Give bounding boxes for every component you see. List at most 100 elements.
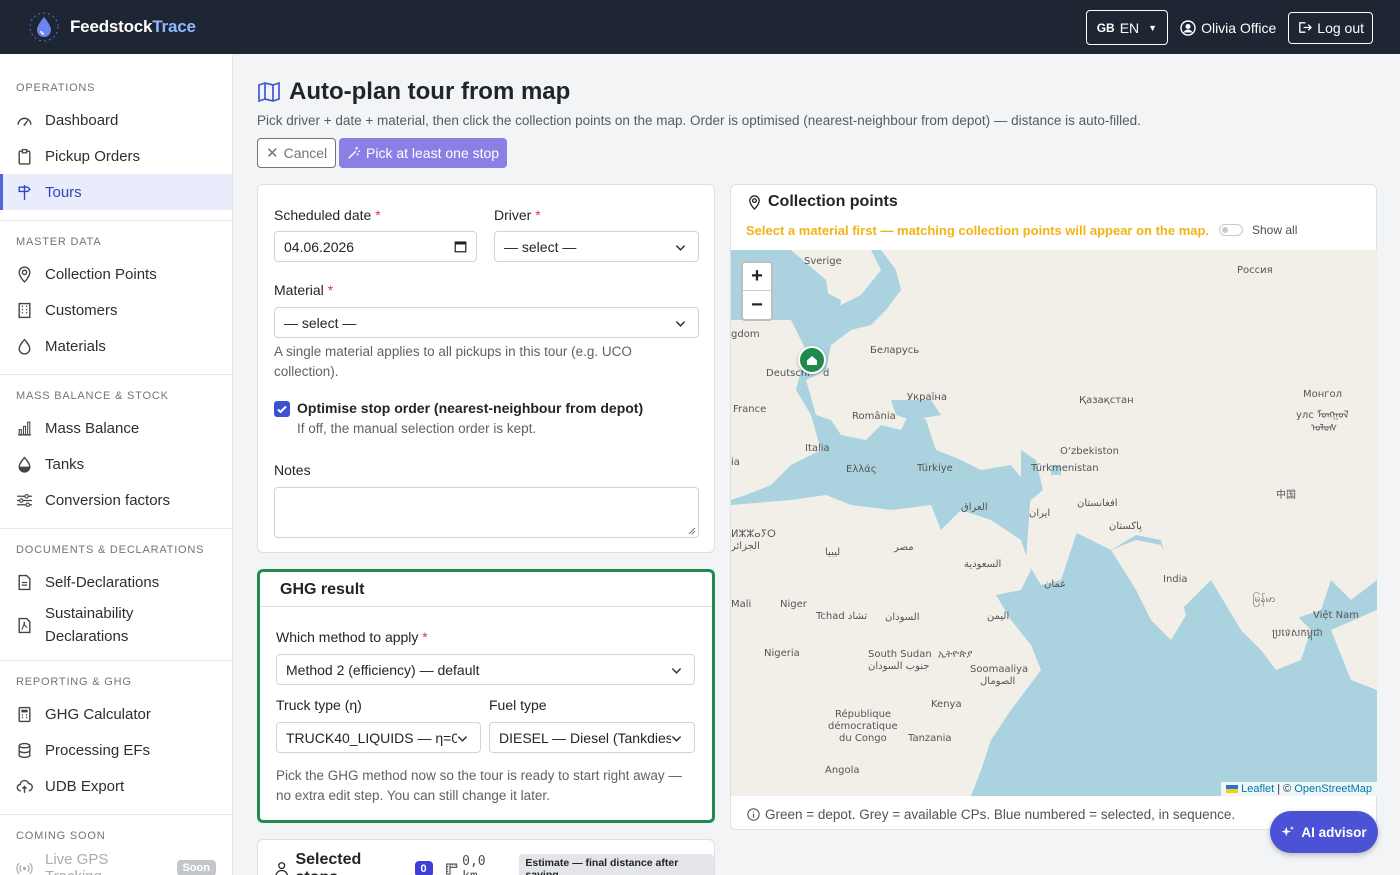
optimise-label[interactable]: Optimise stop order (nearest-neighbour f… [297,400,643,416]
optimise-checkbox[interactable] [274,401,290,417]
sidebar-item-label: Conversion factors [45,491,171,509]
label-yemen: اليمن [987,611,1010,622]
brand-name: Feedstock [70,17,153,36]
sidebar-item-live-gps-tracking: Live GPS Tracking Soon [0,850,232,875]
driver-label: Driver * [494,207,541,223]
osm-link[interactable]: OpenStreetMap [1294,783,1372,795]
sidebar-item-tanks[interactable]: Tanks [0,446,232,482]
sidebar-item-sustainability-declarations[interactable]: Sustainability Declarations [0,600,232,650]
show-all-toggle[interactable] [1219,224,1243,236]
material-select[interactable]: — select — [274,307,699,338]
map-card-title: Collection points [747,193,898,211]
sidebar-item-processing-efs[interactable]: Processing EFs [0,732,232,768]
ghg-help: Pick the GHG method now so the tour is r… [276,768,682,803]
fuel-select[interactable]: DIESEL — Diesel (Tankdiese [489,722,695,753]
sidebar-item-collection-points[interactable]: Collection Points [0,256,232,292]
sidebar-item-mass-balance[interactable]: Mass Balance [0,410,232,446]
material-value: — select — [284,314,357,331]
method-select[interactable]: Method 2 (efficiency) — default [276,654,695,685]
label-turkiye: Türkiye [917,463,953,474]
calendar-icon[interactable] [454,240,467,253]
truck-select[interactable]: TRUCK40_LIQUIDS — η=0. [276,722,481,753]
label-afghanistan: افغانستان [1077,498,1118,509]
user-menu[interactable]: Olivia Office [1176,20,1280,36]
sidebar-item-self-declarations[interactable]: Self-Declarations [0,564,232,600]
sidebar-item-customers[interactable]: Customers [0,292,232,328]
attribution-separator: | © [1277,783,1292,795]
method-label: Which method to apply * [276,629,428,645]
label-saudi: السعودية [964,559,1002,570]
notes-label: Notes [274,462,311,478]
sidebar-item-pickup-orders[interactable]: Pickup Orders [0,138,232,174]
date-value: 04.06.2026 [284,238,355,255]
label-ukraina: Україна [907,392,948,403]
label-ellas: Ελλάς [846,464,877,475]
show-all-label[interactable]: Show all [1252,223,1297,237]
zoom-out-button[interactable]: − [743,291,771,319]
user-name: Olivia Office [1201,19,1277,36]
sidebar-item-label: GHG Calculator [45,705,151,723]
sidebar-item-tours[interactable]: Tours [0,174,232,210]
sidebar-item-dashboard[interactable]: Dashboard [0,102,232,138]
logout-button[interactable]: Log out [1288,11,1373,44]
label-tanzania: Tanzania [908,733,952,744]
sparkles-icon [1281,825,1295,837]
label-algeria2: الجزائر [731,541,760,552]
close-icon: ✕ [266,145,279,162]
bar-chart-icon [18,421,31,436]
brand[interactable]: FeedstockTrace [28,11,196,43]
label-ssudan2: جنوب السودان [868,661,930,672]
sidebar-item-label: Live GPS Tracking [45,851,109,875]
person-pin-icon [275,862,288,875]
zoom-in-button[interactable]: + [743,263,771,291]
sidebar-item-ghg-calculator[interactable]: GHG Calculator [0,696,232,732]
info-circle-icon [747,808,760,821]
label-drc3: du Congo [839,733,887,744]
speedometer-icon [17,117,32,126]
map-pin-icon [18,265,31,283]
label-iran: ایران [1029,508,1051,519]
resize-handle-icon[interactable] [688,527,696,535]
sidebar-item-conversion-factors[interactable]: Conversion factors [0,482,232,518]
caret-down-icon: ▼ [1148,22,1158,33]
depot-marker[interactable] [798,346,826,374]
logout-icon [1299,22,1313,33]
label-cambodia: ប្រទេសកម្ពុជា [1272,628,1323,639]
database-icon [18,742,31,758]
date-input[interactable]: 04.06.2026 [274,231,477,262]
truck-value: TRUCK40_LIQUIDS — η=0. [286,729,464,746]
label-rossiya: Россия [1237,265,1273,276]
cancel-button[interactable]: ✕ Cancel [257,138,337,168]
sidebar-item-label: Pickup Orders [45,147,141,165]
broadcast-icon [16,862,33,874]
page-title: Auto-plan tour from map [257,78,570,106]
sidebar-item-materials[interactable]: Materials [0,328,232,364]
label-turkmenistan: Türkmenistan [1031,463,1099,474]
label-uzbekiston: O‘zbekiston [1060,446,1119,457]
ai-advisor-button[interactable]: AI advisor [1270,811,1378,853]
sidebar-item-label: UDB Export [45,777,125,795]
label-italia: Italia [805,443,830,454]
signpost-icon [18,184,31,200]
map-icon [258,81,280,103]
notes-textarea[interactable] [274,487,699,538]
material-help: A single material applies to all pickups… [274,344,632,379]
leaflet-link[interactable]: Leaflet [1241,783,1274,795]
label-sverige: Sverige [804,256,842,267]
label-mongol: Монгол [1303,389,1343,400]
map-view[interactable]: Sverige Россия gdom Беларусь Deutschl d … [731,250,1377,796]
label-oman: عمان [1044,579,1067,590]
label-mongol3: ᠤᠯᠤᠰ [1311,423,1338,434]
label-sudan: السودان [885,612,920,623]
driver-select[interactable]: — select — [494,231,699,262]
zoom-control: + − [741,261,773,321]
label-egypt: مصر [894,542,914,553]
label-angola: Angola [825,765,860,776]
sidebar-item-udb-export[interactable]: UDB Export [0,768,232,804]
stops-title: Selected stops [295,851,362,875]
label-romania: România [852,411,896,422]
label-mali: Mali [731,599,752,610]
label-kingdom: gdom [731,329,760,340]
language-dropdown[interactable]: GB EN ▼ [1085,10,1169,45]
pick-stop-button[interactable]: Pick at least one stop [339,138,508,168]
